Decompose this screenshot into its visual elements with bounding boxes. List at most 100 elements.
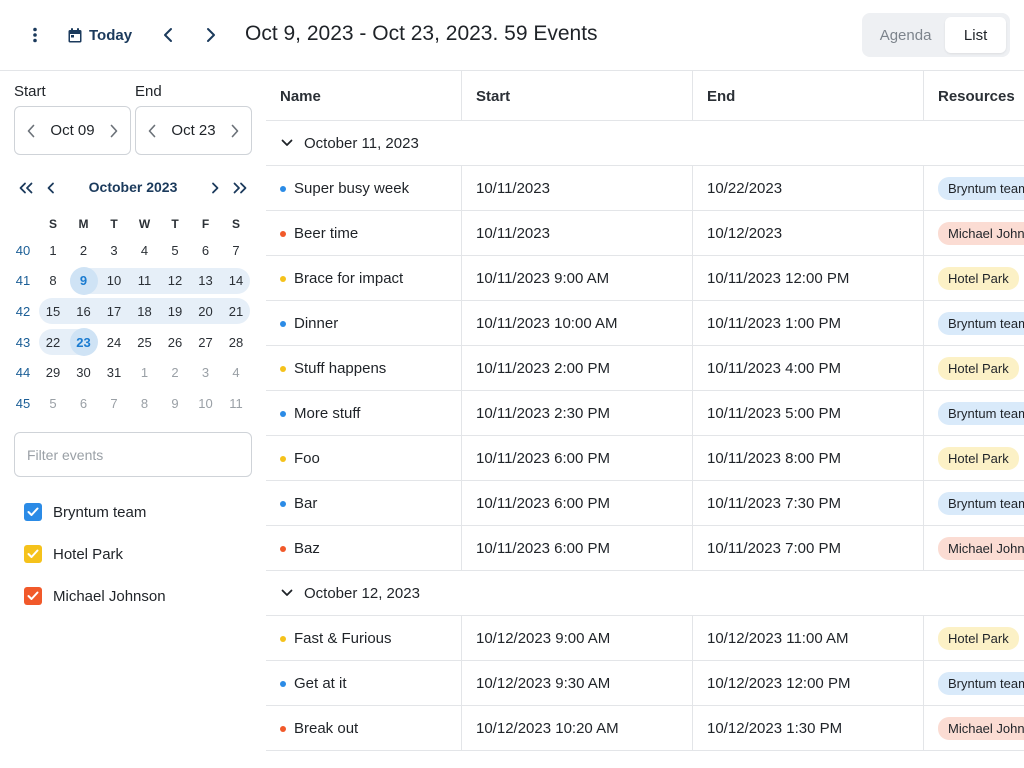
table-row[interactable]: Break out 10/12/2023 10:20 AM 10/12/2023 1… bbox=[266, 706, 1024, 751]
event-end-cell[interactable]: 10/22/2023 bbox=[693, 166, 924, 211]
event-resources-cell[interactable]: Michael Johnson bbox=[924, 211, 1024, 256]
calendar-day-other-month[interactable]: 5 bbox=[38, 388, 68, 419]
end-date-prev-button[interactable] bbox=[144, 121, 160, 141]
calendar-day-other-month[interactable]: 3 bbox=[191, 357, 221, 388]
event-start-cell[interactable]: 10/11/2023 bbox=[462, 166, 693, 211]
event-name-cell[interactable]: Beer time bbox=[266, 211, 462, 256]
event-start-cell[interactable]: 10/12/2023 9:30 AM bbox=[462, 661, 693, 706]
event-resources-cell[interactable]: Hotel Park bbox=[924, 616, 1024, 661]
event-name-cell[interactable]: Foo bbox=[266, 436, 462, 481]
end-date-field[interactable]: Oct 23 bbox=[135, 106, 252, 155]
calendar-day[interactable]: 26 bbox=[160, 327, 190, 358]
table-row[interactable]: Get at it 10/12/2023 9:30 AM 10/12/2023 12… bbox=[266, 661, 1024, 706]
event-name-cell[interactable]: Baz bbox=[266, 526, 462, 571]
calendar-day[interactable]: 14 bbox=[221, 266, 251, 297]
checkbox-checked-icon[interactable] bbox=[24, 587, 42, 605]
event-end-cell[interactable]: 10/12/2023 bbox=[693, 211, 924, 256]
start-date-prev-button[interactable] bbox=[23, 121, 39, 141]
calendar-day[interactable]: 5 bbox=[160, 235, 190, 266]
next-month-button[interactable] bbox=[205, 178, 225, 198]
calendar-day[interactable]: 15 bbox=[38, 296, 68, 327]
table-row[interactable]: Stuff happens 10/11/2023 2:00 PM 10/11/202… bbox=[266, 346, 1024, 391]
table-row[interactable]: Foo 10/11/2023 6:00 PM 10/11/2023 8:00 PM H… bbox=[266, 436, 1024, 481]
event-end-cell[interactable]: 10/11/2023 1:00 PM bbox=[693, 301, 924, 346]
calendar-day[interactable]: 30 bbox=[69, 357, 99, 388]
table-row[interactable]: Dinner 10/11/2023 10:00 AM 10/11/2023 1:00… bbox=[266, 301, 1024, 346]
event-start-cell[interactable]: 10/11/2023 2:00 PM bbox=[462, 346, 693, 391]
calendar-day[interactable]: 31 bbox=[99, 357, 129, 388]
calendar-day-other-month[interactable]: 8 bbox=[130, 388, 160, 419]
calendar-day-range-end[interactable]: 23 bbox=[69, 327, 99, 358]
column-header-start[interactable]: Start bbox=[462, 71, 693, 121]
calendar-day-other-month[interactable]: 6 bbox=[69, 388, 99, 419]
event-name-cell[interactable]: Fast & Furious bbox=[266, 616, 462, 661]
start-date-next-button[interactable] bbox=[106, 121, 122, 141]
event-start-cell[interactable]: 10/11/2023 6:00 PM bbox=[462, 481, 693, 526]
event-name-cell[interactable]: Super busy week bbox=[266, 166, 462, 211]
event-start-cell[interactable]: 10/11/2023 6:00 PM bbox=[462, 526, 693, 571]
event-name-cell[interactable]: Stuff happens bbox=[266, 346, 462, 391]
column-header-name[interactable]: Name bbox=[266, 71, 462, 121]
calendar-day[interactable]: 17 bbox=[99, 296, 129, 327]
event-end-cell[interactable]: 10/11/2023 7:30 PM bbox=[693, 481, 924, 526]
calendar-day[interactable]: 28 bbox=[221, 327, 251, 358]
event-start-cell[interactable]: 10/11/2023 bbox=[462, 211, 693, 256]
filter-events-input[interactable] bbox=[14, 432, 252, 477]
event-resources-cell[interactable]: Hotel Park bbox=[924, 256, 1024, 301]
event-start-cell[interactable]: 10/11/2023 9:00 AM bbox=[462, 256, 693, 301]
calendar-day[interactable]: 19 bbox=[160, 296, 190, 327]
event-resources-cell[interactable]: Michael Johnson bbox=[924, 706, 1024, 751]
event-end-cell[interactable]: 10/12/2023 1:30 PM bbox=[693, 706, 924, 751]
previous-year-button[interactable] bbox=[16, 178, 36, 198]
event-start-cell[interactable]: 10/11/2023 2:30 PM bbox=[462, 391, 693, 436]
group-header-row[interactable]: October 12, 2023 bbox=[266, 571, 1024, 616]
event-start-cell[interactable]: 10/11/2023 10:00 AM bbox=[462, 301, 693, 346]
table-row[interactable]: Beer time 10/11/2023 10/12/2023 Michael Joh… bbox=[266, 211, 1024, 256]
event-name-cell[interactable]: Brace for impact bbox=[266, 256, 462, 301]
column-header-resources[interactable]: Resources bbox=[924, 71, 1024, 121]
table-row[interactable]: Fast & Furious 10/12/2023 9:00 AM 10/12/20… bbox=[266, 616, 1024, 661]
calendar-day-other-month[interactable]: 10 bbox=[191, 388, 221, 419]
calendar-day-other-month[interactable]: 11 bbox=[221, 388, 251, 419]
event-end-cell[interactable]: 10/11/2023 8:00 PM bbox=[693, 436, 924, 481]
event-start-cell[interactable]: 10/12/2023 9:00 AM bbox=[462, 616, 693, 661]
next-year-button[interactable] bbox=[230, 178, 250, 198]
table-row[interactable]: More stuff 10/11/2023 2:30 PM 10/11/2023 5… bbox=[266, 391, 1024, 436]
calendar-day-other-month[interactable]: 4 bbox=[221, 357, 251, 388]
today-button[interactable]: Today bbox=[64, 20, 136, 50]
calendar-day[interactable]: 18 bbox=[130, 296, 160, 327]
calendar-day-other-month[interactable]: 7 bbox=[99, 388, 129, 419]
table-row[interactable]: Super busy week 10/11/2023 10/22/2023 Brynt… bbox=[266, 166, 1024, 211]
event-end-cell[interactable]: 10/12/2023 11:00 AM bbox=[693, 616, 924, 661]
group-header-row[interactable]: October 11, 2023 bbox=[266, 121, 1024, 166]
calendar-day[interactable]: 20 bbox=[191, 296, 221, 327]
calendar-day-other-month[interactable]: 2 bbox=[160, 357, 190, 388]
event-end-cell[interactable]: 10/11/2023 7:00 PM bbox=[693, 526, 924, 571]
calendar-day-other-month[interactable]: 9 bbox=[160, 388, 190, 419]
calendar-day-range-start[interactable]: 9 bbox=[69, 266, 99, 297]
event-resources-cell[interactable]: Hotel Park bbox=[924, 436, 1024, 481]
calendar-day[interactable]: 1 bbox=[38, 235, 68, 266]
event-end-cell[interactable]: 10/12/2023 12:00 PM bbox=[693, 661, 924, 706]
event-resources-cell[interactable]: Hotel Park bbox=[924, 346, 1024, 391]
event-resources-cell[interactable]: Bryntum team bbox=[924, 481, 1024, 526]
resource-filter-hotel-park[interactable]: Hotel Park bbox=[24, 543, 123, 565]
calendar-day[interactable]: 24 bbox=[99, 327, 129, 358]
calendar-day[interactable]: 10 bbox=[99, 266, 129, 297]
start-date-field[interactable]: Oct 09 bbox=[14, 106, 131, 155]
calendar-day[interactable]: 13 bbox=[191, 266, 221, 297]
end-date-next-button[interactable] bbox=[227, 121, 243, 141]
calendar-day[interactable]: 3 bbox=[99, 235, 129, 266]
calendar-day-other-month[interactable]: 1 bbox=[130, 357, 160, 388]
event-name-cell[interactable]: Dinner bbox=[266, 301, 462, 346]
event-end-cell[interactable]: 10/11/2023 4:00 PM bbox=[693, 346, 924, 391]
calendar-day[interactable]: 21 bbox=[221, 296, 251, 327]
event-name-cell[interactable]: More stuff bbox=[266, 391, 462, 436]
resource-filter-bryntum-team[interactable]: Bryntum team bbox=[24, 501, 146, 523]
event-resources-cell[interactable]: Bryntum team bbox=[924, 391, 1024, 436]
calendar-day[interactable]: 16 bbox=[69, 296, 99, 327]
calendar-day[interactable]: 27 bbox=[191, 327, 221, 358]
view-agenda-button[interactable]: Agenda bbox=[866, 17, 945, 53]
event-name-cell[interactable]: Bar bbox=[266, 481, 462, 526]
calendar-day[interactable]: 8 bbox=[38, 266, 68, 297]
